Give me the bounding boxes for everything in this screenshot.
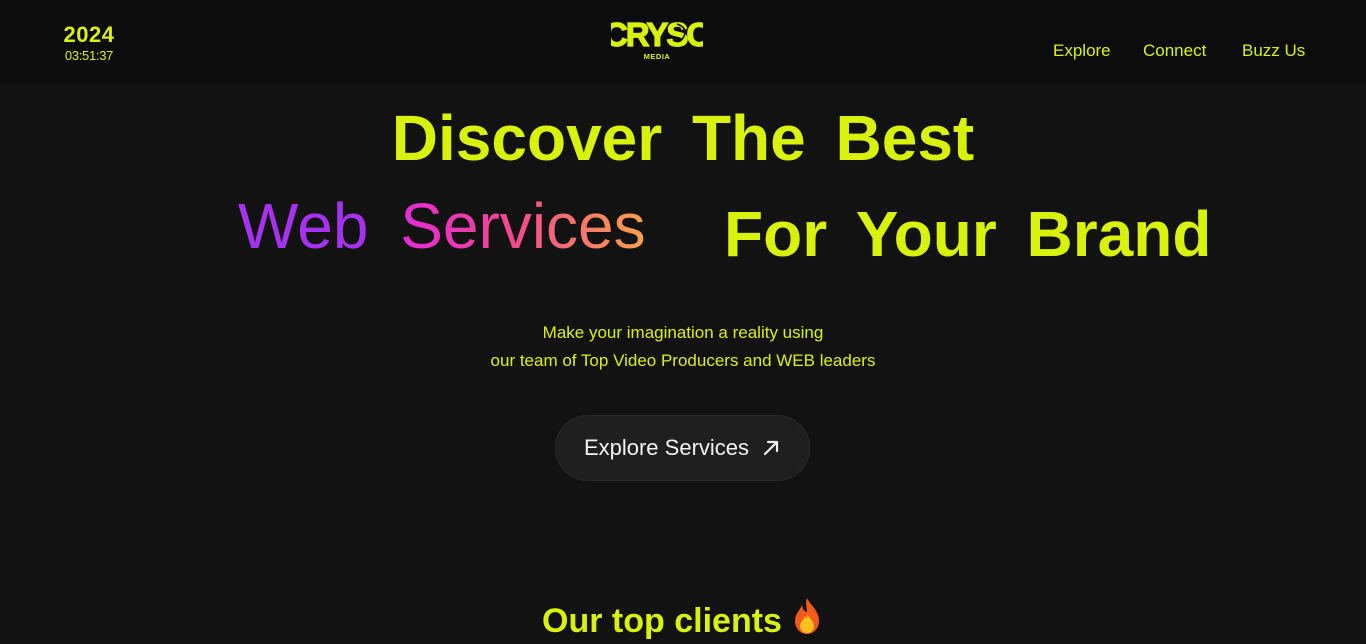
explore-services-button[interactable]: Explore Services — [555, 415, 810, 481]
hero-tagline-1: Make your imagination a reality using — [542, 323, 824, 342]
clients-section-title: Our top clients — [0, 596, 1366, 644]
hero-heading-line1: Discover The Best — [391, 102, 975, 174]
arrow-up-right-icon — [763, 440, 779, 456]
nav-buzz-us[interactable]: Buzz Us — [1242, 40, 1305, 62]
nav-connect[interactable]: Connect — [1143, 40, 1206, 62]
fire-icon — [794, 598, 819, 634]
logo-text: CRYSO — [611, 16, 703, 53]
site-header: 2024 03:51:37 CRYSO MEDIA Explore Connec… — [0, 0, 1366, 84]
explore-services-label: Explore Services — [583, 435, 750, 460]
clock-time: 03:51:37 — [64, 48, 114, 63]
clients-title-text: Our top clients — [542, 602, 782, 640]
hero-web-word: Web — [238, 190, 369, 262]
clock-widget: 2024 03:51:37 — [60, 22, 118, 64]
nav-explore[interactable]: Explore — [1053, 40, 1111, 62]
hero-tagline-2: our team of Top Video Producers and WEB … — [490, 351, 876, 370]
hero-services-word: Services — [400, 190, 646, 262]
hero-heading-line2: For Your Brand — [724, 198, 1212, 270]
clock-year: 2024 — [63, 22, 115, 47]
cryso-media-logo[interactable]: CRYSO MEDIA — [611, 14, 703, 66]
hero-gradient-text: Web Services — [238, 188, 658, 264]
logo-subtext: MEDIA — [644, 52, 671, 61]
